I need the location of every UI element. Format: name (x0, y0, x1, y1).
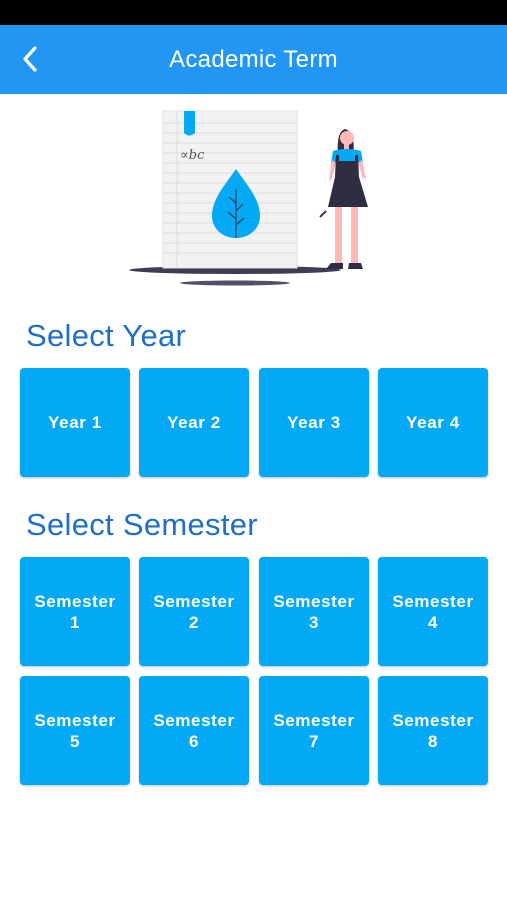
status-bar (0, 0, 507, 25)
semester-3-button[interactable]: Semester 3 (259, 557, 369, 666)
semester-7-button[interactable]: Semester 7 (259, 676, 369, 785)
semester-8-button[interactable]: Semester 8 (378, 676, 488, 785)
ground-shadow-2 (180, 280, 290, 286)
note-text: ∝bc (180, 148, 205, 163)
page-title: Academic Term (169, 46, 338, 73)
bookmark-icon (184, 111, 195, 136)
semester-5-button[interactable]: Semester 5 (20, 676, 130, 785)
select-semester-heading: Select Semester (26, 507, 258, 542)
semester-2-button[interactable]: Semester 2 (139, 557, 249, 666)
semester-4-button[interactable]: Semester 4 (378, 557, 488, 666)
semester-1-button[interactable]: Semester 1 (20, 557, 130, 666)
year-4-button[interactable]: Year 4 (378, 368, 488, 477)
select-year-heading: Select Year (26, 318, 187, 353)
student-figure (319, 129, 368, 269)
study-illustration: ∝bc (129, 110, 368, 286)
year-2-button[interactable]: Year 2 (139, 368, 249, 477)
year-1-button[interactable]: Year 1 (20, 368, 130, 477)
semester-6-button[interactable]: Semester 6 (139, 676, 249, 785)
year-3-button[interactable]: Year 3 (259, 368, 369, 477)
app-bar: Academic Term (0, 25, 507, 94)
